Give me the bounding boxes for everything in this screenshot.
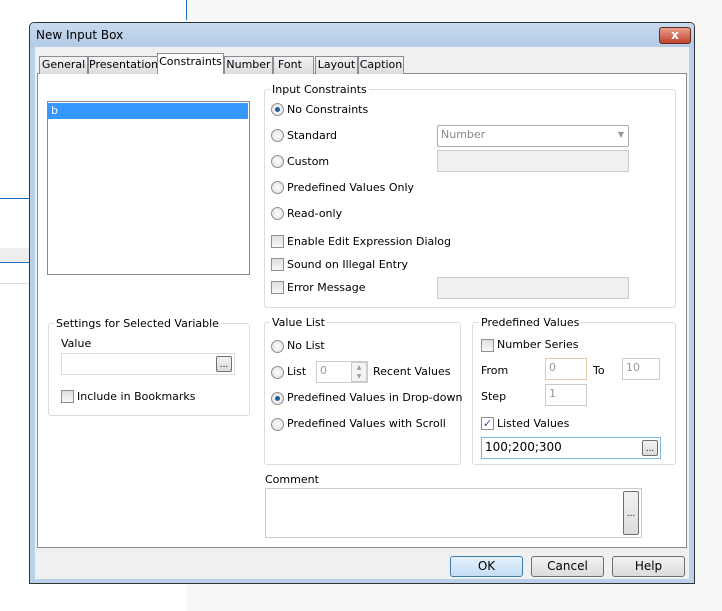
radio-label: Predefined Values in Drop-down bbox=[287, 391, 463, 404]
radio-no-constraints[interactable] bbox=[271, 103, 284, 116]
cancel-button[interactable]: Cancel bbox=[531, 556, 604, 577]
from-field[interactable]: 0 bbox=[545, 358, 587, 380]
checkbox-listed-values[interactable]: ✓ bbox=[481, 417, 494, 430]
comment-ellipsis-button[interactable]: ... bbox=[623, 491, 639, 535]
step-field[interactable]: 1 bbox=[545, 384, 587, 406]
variable-list-item[interactable]: b bbox=[48, 103, 248, 119]
radio-read-only[interactable] bbox=[271, 207, 284, 220]
ok-button[interactable]: OK bbox=[450, 556, 523, 577]
background-toolbar bbox=[0, 248, 30, 263]
radio-predefined-scroll[interactable] bbox=[271, 418, 284, 431]
step-label: Step bbox=[481, 390, 507, 403]
radio-label: No Constraints bbox=[287, 103, 369, 116]
value-ellipsis-button[interactable]: ... bbox=[216, 356, 232, 372]
spinner-arrows-icon[interactable]: ▲ ▼ bbox=[351, 362, 367, 382]
input-constraints-group bbox=[264, 89, 676, 308]
checkbox-error-message[interactable] bbox=[271, 281, 284, 294]
dialog-title: New Input Box bbox=[36, 28, 124, 42]
radio-label: Custom bbox=[287, 155, 330, 168]
checkbox-label: Enable Edit Expression Dialog bbox=[287, 235, 452, 248]
checkbox-label: Listed Values bbox=[497, 417, 570, 430]
radio-standard[interactable] bbox=[271, 129, 284, 142]
tab-general[interactable]: General bbox=[39, 56, 88, 74]
group-label: Input Constraints bbox=[270, 83, 369, 96]
group-label: Predefined Values bbox=[479, 316, 582, 329]
checkbox-sound-illegal[interactable] bbox=[271, 258, 284, 271]
recent-values-label: Recent Values bbox=[373, 365, 451, 378]
divider bbox=[0, 283, 30, 284]
divider bbox=[186, 0, 187, 20]
close-button[interactable]: x bbox=[659, 27, 691, 44]
to-label: To bbox=[593, 364, 605, 377]
checkbox-number-series[interactable] bbox=[481, 339, 494, 352]
title-bar bbox=[30, 23, 694, 47]
checkbox-label: Include in Bookmarks bbox=[77, 390, 196, 403]
checkbox-label: Error Message bbox=[287, 281, 366, 294]
checkbox-enable-edit-expression[interactable] bbox=[271, 235, 284, 248]
radio-custom[interactable] bbox=[271, 155, 284, 168]
radio-predefined-dropdown[interactable] bbox=[271, 392, 284, 405]
tab-presentation[interactable]: Presentation bbox=[88, 56, 158, 74]
listed-values-field[interactable]: 100;200;300 bbox=[481, 437, 661, 459]
group-label: Value List bbox=[270, 316, 327, 329]
help-button[interactable]: Help bbox=[612, 556, 685, 577]
radio-label: List bbox=[287, 365, 307, 378]
radio-label: No List bbox=[287, 339, 325, 352]
divider bbox=[0, 198, 30, 199]
group-label: Settings for Selected Variable bbox=[54, 317, 221, 330]
radio-list[interactable] bbox=[271, 366, 284, 379]
error-message-field[interactable] bbox=[437, 277, 629, 299]
from-label: From bbox=[481, 364, 509, 377]
comment-label: Comment bbox=[265, 473, 319, 486]
checkbox-label: Sound on Illegal Entry bbox=[287, 258, 408, 271]
chevron-down-icon: ▼ bbox=[617, 130, 624, 139]
tab-constraints[interactable]: Constraints bbox=[157, 53, 224, 74]
variable-list[interactable] bbox=[47, 101, 250, 275]
custom-field[interactable] bbox=[437, 150, 629, 172]
value-label: Value bbox=[61, 337, 92, 350]
dropdown-value: Number bbox=[441, 128, 486, 141]
radio-no-list[interactable] bbox=[271, 340, 284, 353]
tab-number[interactable]: Number bbox=[224, 56, 273, 74]
checkbox-include-bookmarks[interactable] bbox=[61, 390, 74, 403]
checkbox-label: Number Series bbox=[497, 338, 579, 351]
listed-values-ellipsis-button[interactable]: ... bbox=[642, 440, 658, 456]
radio-label: Predefined Values with Scroll bbox=[287, 417, 446, 430]
radio-label: Standard bbox=[287, 129, 338, 142]
comment-field[interactable] bbox=[265, 488, 642, 538]
standard-dropdown[interactable]: Number ▼ bbox=[437, 125, 629, 147]
radio-label: Predefined Values Only bbox=[287, 181, 415, 194]
radio-label: Read-only bbox=[287, 207, 343, 220]
tab-caption[interactable]: Caption bbox=[358, 56, 404, 74]
radio-predefined-only[interactable] bbox=[271, 181, 284, 194]
tab-font[interactable]: Font bbox=[273, 56, 314, 74]
tab-layout[interactable]: Layout bbox=[315, 56, 358, 74]
value-field[interactable] bbox=[61, 353, 235, 375]
to-field[interactable]: 10 bbox=[622, 358, 660, 380]
